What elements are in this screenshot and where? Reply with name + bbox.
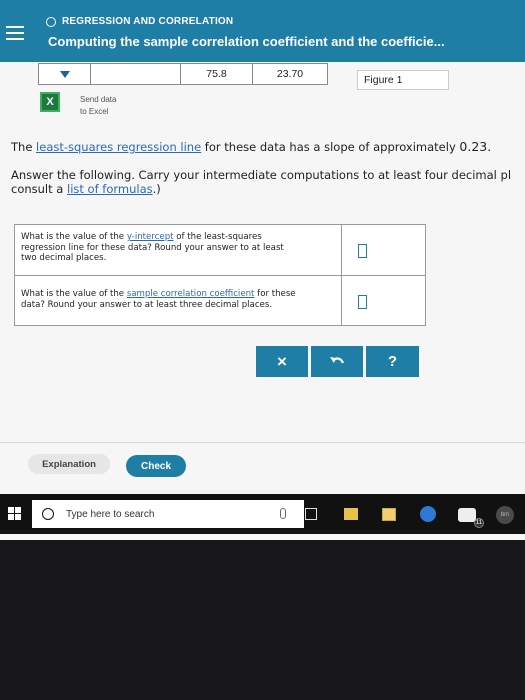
- search-placeholder: Type here to search: [66, 508, 155, 520]
- edge-browser-icon[interactable]: [420, 506, 436, 522]
- intro-suffix: for these data has a slope of approximat…: [201, 140, 460, 154]
- intro-prefix: The: [11, 140, 37, 154]
- excel-icon: X: [40, 92, 60, 112]
- undo-icon: [330, 356, 345, 363]
- q2-line2: data? Round your answer to at least thre…: [21, 299, 273, 310]
- question-text-intercept: What is the value of the y-intercept of …: [21, 232, 333, 264]
- taskbar-search[interactable]: Type here to search: [32, 500, 304, 528]
- q2-part1: What is the value of the: [21, 289, 127, 299]
- clear-button[interactable]: ×: [256, 346, 308, 377]
- q1-part2: of the least-squares: [173, 232, 262, 242]
- column-divider: [341, 276, 342, 326]
- answer-actions: × ?: [256, 346, 419, 377]
- notification-badge: 11: [474, 518, 484, 528]
- instructions-line2: consult a list of formulas.): [11, 182, 161, 196]
- correlation-answer-input[interactable]: [358, 295, 367, 309]
- menu-icon[interactable]: [6, 26, 24, 40]
- excel-label-line1: Send data: [80, 95, 117, 104]
- cortana-icon: [42, 508, 54, 520]
- question-row-intercept: What is the value of the y-intercept of …: [15, 225, 425, 276]
- formulas-link[interactable]: list of formulas: [67, 182, 153, 196]
- question-row-correlation: What is the value of the sample correlat…: [15, 276, 425, 326]
- divider: [0, 442, 525, 443]
- correlation-coefficient-link[interactable]: sample correlation coefficient: [127, 289, 255, 299]
- intercept-answer-input[interactable]: [358, 244, 367, 258]
- screen: REGRESSION AND CORRELATION Computing the…: [0, 0, 525, 540]
- intro-text: The least-squares regression line for th…: [11, 139, 491, 154]
- q2-part2: for these: [254, 289, 296, 299]
- figure-button[interactable]: Figure 1: [357, 70, 449, 90]
- slope-value: 0.23.: [459, 139, 492, 154]
- q1-line2: regression line for these data? Round yo…: [21, 242, 284, 253]
- triangle-down-icon: [59, 70, 70, 78]
- file-explorer-icon[interactable]: [344, 508, 358, 520]
- q1-part1: What is the value of the: [21, 232, 127, 242]
- excel-label-line2: to Excel: [80, 107, 109, 116]
- explanation-button[interactable]: Explanation: [28, 454, 110, 474]
- section-heading: REGRESSION AND CORRELATION: [46, 16, 233, 27]
- status-circle-icon: [46, 16, 56, 27]
- instructions-line1: Answer the following. Carry your interme…: [11, 168, 512, 182]
- y-intercept-link[interactable]: y-intercept: [127, 232, 174, 242]
- data-table-row: 75.8 23.70: [38, 63, 328, 85]
- instructions-prefix: consult a: [11, 182, 67, 196]
- check-button[interactable]: Check: [126, 455, 186, 477]
- instructions-suffix: .): [152, 182, 161, 196]
- undo-button[interactable]: [311, 346, 363, 377]
- windows-start-icon[interactable]: [8, 507, 21, 520]
- column-divider: [341, 225, 342, 275]
- dropdown-toggle[interactable]: [39, 64, 91, 84]
- photos-icon[interactable]: [458, 508, 476, 522]
- tray-app-icon[interactable]: bm: [496, 506, 514, 524]
- laptop-bezel: [0, 540, 525, 700]
- table-cell-x: 75.8: [181, 64, 253, 84]
- regression-line-link[interactable]: least-squares regression line: [36, 140, 201, 154]
- task-view-icon[interactable]: [305, 508, 317, 520]
- question-table: What is the value of the y-intercept of …: [14, 224, 426, 326]
- taskbar: Type here to search 11 bm: [0, 494, 525, 534]
- help-button[interactable]: ?: [366, 346, 419, 377]
- excel-label: Send data to Excel: [80, 94, 116, 118]
- table-cell-y: 23.70: [276, 68, 304, 80]
- send-to-excel[interactable]: X Send data to Excel: [40, 92, 116, 118]
- page-title: Computing the sample correlation coeffic…: [48, 34, 445, 49]
- store-icon[interactable]: [382, 508, 396, 521]
- question-text-correlation: What is the value of the sample correlat…: [21, 289, 333, 310]
- microphone-icon[interactable]: [280, 508, 286, 519]
- q1-line3: two decimal places.: [21, 253, 107, 263]
- section-label: REGRESSION AND CORRELATION: [62, 16, 234, 27]
- table-cell-empty: [91, 64, 181, 84]
- header-bar: REGRESSION AND CORRELATION Computing the…: [0, 0, 525, 62]
